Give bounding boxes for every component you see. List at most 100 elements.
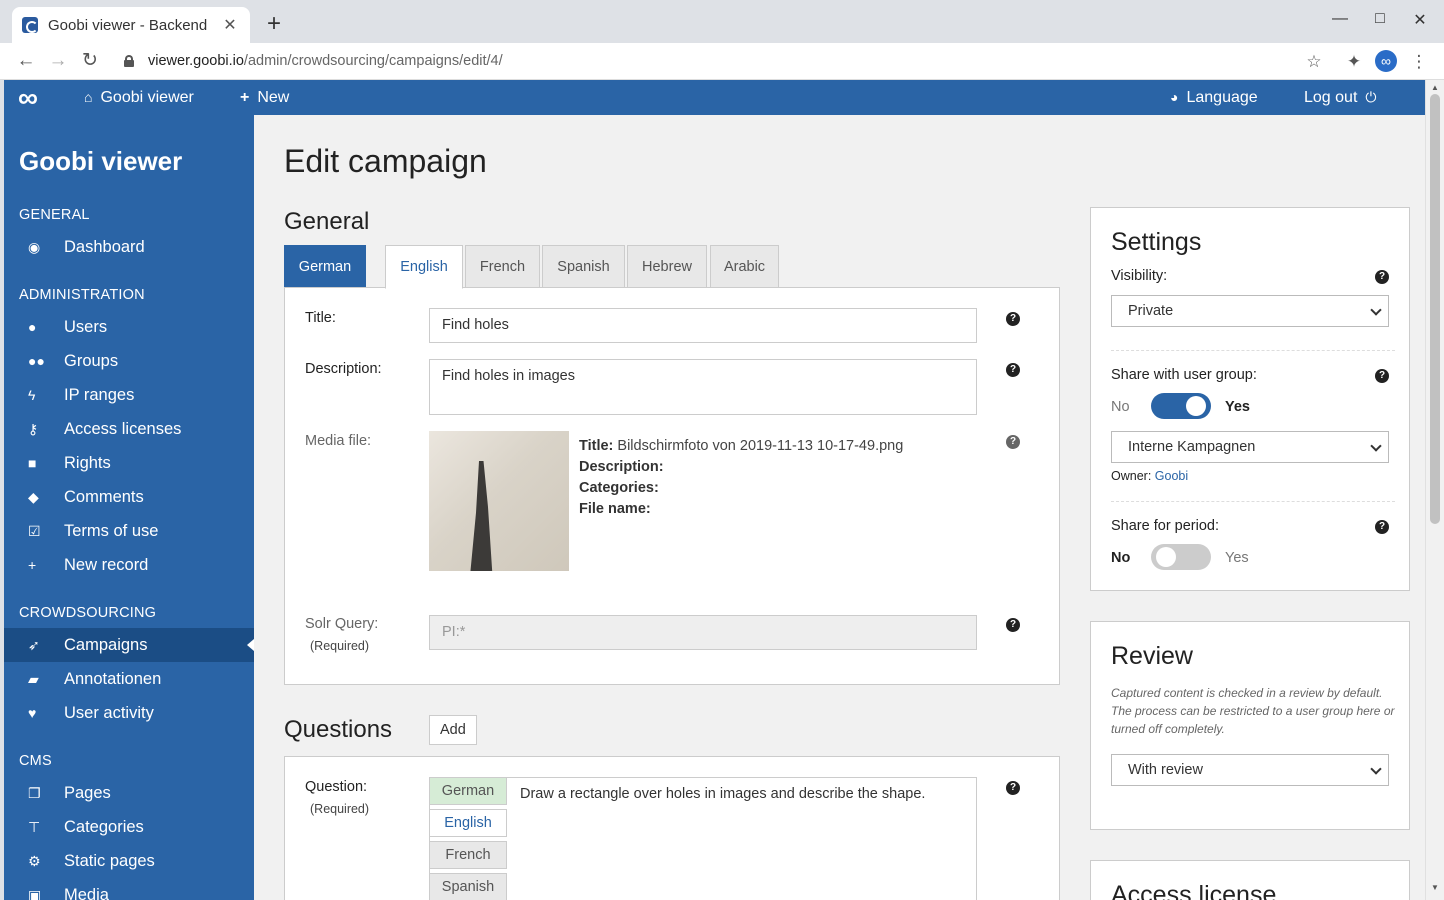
title-input[interactable]: Find holes (429, 308, 977, 343)
sidebar-item-static-pages[interactable]: ⚙ Static pages (4, 844, 254, 878)
section-administration: ADMINISTRATION (19, 287, 145, 303)
sidebar-item-access-licenses[interactable]: ⚷ Access licenses (4, 412, 254, 446)
media-thumbnail[interactable] (429, 431, 569, 571)
divider (1111, 501, 1395, 502)
help-icon[interactable]: ? (1006, 312, 1020, 326)
sidebar-item-media[interactable]: ▣ Media (4, 878, 254, 900)
sidebar-item-user-activity[interactable]: ♥ User activity (4, 696, 254, 730)
question-tab-english[interactable]: English (429, 809, 507, 837)
share-period-toggle[interactable] (1151, 544, 1211, 570)
page-scrollbar[interactable]: ▲ ▼ (1425, 80, 1444, 900)
logout-link[interactable]: Log out ⏻ (1304, 80, 1376, 115)
tab-close-icon[interactable]: ✕ (220, 15, 240, 35)
help-icon[interactable]: ? (1006, 363, 1020, 377)
sidebar-item-dashboard[interactable]: ◉ Dashboard (4, 230, 254, 264)
extensions-icon[interactable]: ✦ (1343, 51, 1365, 73)
sidebar-item-ip-ranges[interactable]: ϟ IP ranges (4, 378, 254, 412)
tab-english[interactable]: English (385, 245, 463, 289)
chevron-down-icon (1370, 440, 1382, 452)
share-group-toggle[interactable] (1151, 393, 1211, 419)
new-tab-icon[interactable]: + (262, 12, 286, 36)
help-icon[interactable]: ? (1006, 781, 1020, 795)
review-card: Review Captured content is checked in a … (1090, 621, 1410, 830)
sidebar-item-comments[interactable]: ◆ Comments (4, 480, 254, 514)
required-note: (Required) (310, 639, 370, 653)
media-title: Title: Bildschirmfoto von 2019-11-13 10-… (579, 438, 904, 454)
help-icon[interactable]: ? (1006, 618, 1020, 632)
sidebar-item-annotationen[interactable]: ▰ Annotationen (4, 662, 254, 696)
sidebar-item-groups[interactable]: ●● Groups (4, 344, 254, 378)
language-link[interactable]: ◕ Language (1170, 80, 1258, 115)
sidebar: Goobi viewer GENERAL ◉ Dashboard ADMINIST… (4, 115, 254, 900)
sidebar-item-categories[interactable]: ⊤ Categories (4, 810, 254, 844)
sidebar-item-users[interactable]: ● Users (4, 310, 254, 344)
new-label: New (257, 89, 290, 106)
power-icon: ⏻ (1365, 89, 1377, 105)
help-icon[interactable]: ? (1375, 520, 1389, 534)
url-domain: viewer.goobi.io (148, 53, 244, 69)
user-icon: ● (28, 319, 37, 335)
rocket-icon: ➶ (28, 636, 40, 653)
bookmark-star-icon[interactable]: ☆ (1303, 51, 1325, 73)
review-title: Review (1111, 642, 1193, 670)
sidebar-item-pages[interactable]: ❐ Pages (4, 776, 254, 810)
reload-icon[interactable]: ↻ (78, 49, 102, 73)
solr-query-input: PI:* (429, 615, 977, 650)
add-question-button[interactable]: Add (429, 715, 477, 745)
sidebar-item-new-record[interactable]: + New record (4, 548, 254, 582)
window-close-icon[interactable]: ✕ (1408, 10, 1432, 30)
sidebar-item-rights[interactable]: ■ Rights (4, 446, 254, 480)
tab-spanish[interactable]: Spanish (542, 245, 625, 288)
help-icon[interactable]: ? (1375, 369, 1389, 383)
key-icon: ⚷ (28, 420, 39, 437)
thumbtack-icon: ⊤ (28, 818, 41, 835)
browser-tabstrip: Goobi viewer - Backend ✕ + — □ ✕ (0, 0, 1444, 43)
sticky-note-icon: ▰ (28, 670, 39, 687)
sidebar-item-campaigns[interactable]: ➶ Campaigns (4, 628, 254, 662)
access-license-title: Access license (1111, 881, 1277, 900)
description-textarea[interactable]: Find holes in images (429, 359, 977, 415)
back-icon[interactable]: ← (14, 49, 38, 73)
question-textarea[interactable]: Draw a rectangle over holes in images an… (429, 777, 977, 900)
share-period-yes: Yes (1225, 550, 1249, 566)
copy-icon: ❐ (28, 784, 41, 801)
tab-french[interactable]: French (465, 245, 540, 288)
user-group-select[interactable]: Interne Kampagnen (1111, 431, 1389, 463)
new-link[interactable]: + New (240, 80, 289, 115)
minimize-icon[interactable]: — (1328, 10, 1352, 28)
logo-icon[interactable]: ∞ (18, 80, 38, 115)
share-period-no: No (1111, 550, 1131, 566)
tab-hebrew[interactable]: Hebrew (627, 245, 707, 288)
section-general: GENERAL (19, 207, 90, 223)
review-select[interactable]: With review (1111, 754, 1389, 786)
maximize-icon[interactable]: □ (1368, 10, 1392, 28)
cogs-icon: ⚙ (28, 852, 41, 869)
scroll-down-icon[interactable]: ▼ (1431, 883, 1439, 892)
forward-icon[interactable]: → (46, 49, 70, 73)
question-tab-spanish[interactable]: Spanish (429, 873, 507, 900)
scroll-up-icon[interactable]: ▲ (1431, 83, 1439, 92)
tab-arabic[interactable]: Arabic (710, 245, 779, 288)
help-icon[interactable]: ? (1375, 270, 1389, 284)
help-icon[interactable]: ? (1006, 435, 1020, 449)
owner-link[interactable]: Goobi (1155, 469, 1188, 483)
plus-icon: + (240, 89, 250, 106)
plus-icon: + (28, 557, 37, 573)
menu-icon[interactable]: ⋮ (1408, 51, 1430, 73)
home-label: Goobi viewer (100, 89, 194, 106)
scrollbar-thumb[interactable] (1430, 94, 1440, 524)
question-tab-german[interactable]: German (429, 777, 507, 805)
sidebar-item-terms-of-use[interactable]: ☑ Terms of use (4, 514, 254, 548)
comments-icon: ◆ (28, 488, 39, 505)
media-description: Description: (579, 459, 664, 475)
address-bar[interactable]: viewer.goobi.io/admin/crowdsourcing/camp… (112, 46, 1332, 76)
browser-tab[interactable]: Goobi viewer - Backend ✕ (12, 7, 250, 43)
divider (1111, 350, 1395, 351)
visibility-select[interactable]: Private (1111, 295, 1389, 327)
question-tab-french[interactable]: French (429, 841, 507, 869)
profile-icon[interactable]: ∞ (1375, 50, 1397, 72)
media-categories: Categories: (579, 480, 659, 496)
home-link[interactable]: ⌂ Goobi viewer (84, 80, 194, 115)
home-icon: ⌂ (84, 89, 93, 105)
tab-german[interactable]: German (284, 245, 366, 288)
